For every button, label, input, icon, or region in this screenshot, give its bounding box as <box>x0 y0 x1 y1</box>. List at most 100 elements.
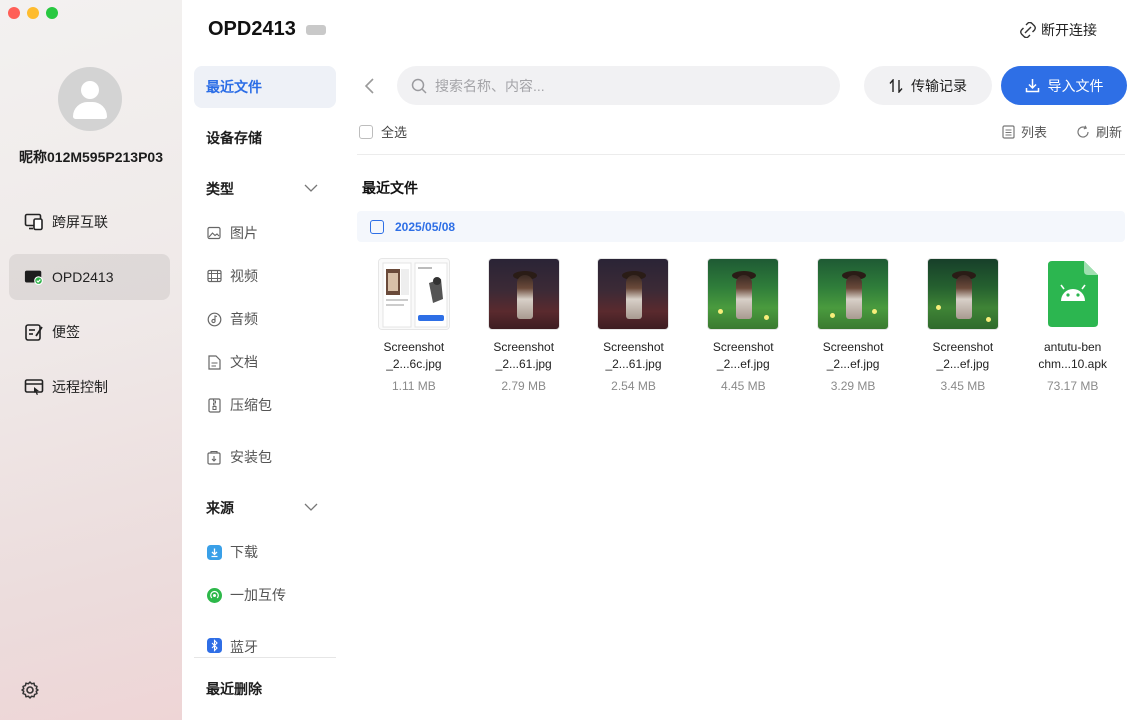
category-device-storage[interactable]: 设备存储 <box>194 117 336 159</box>
disconnect-button[interactable]: 断开连接 <box>1020 20 1097 40</box>
category-label: 下载 <box>230 544 258 560</box>
type-installers[interactable]: 安装包 <box>194 436 336 478</box>
search-icon <box>411 78 427 94</box>
sidebar-item-label: OPD2413 <box>52 269 114 285</box>
file-name: Screenshot _2...ef.jpg <box>932 340 994 371</box>
close-window-button[interactable] <box>8 7 20 19</box>
date-group-checkbox[interactable] <box>370 219 384 234</box>
file-grid: Screenshot _2...6c.jpg 1.11 MB Screenshot… <box>359 258 1128 393</box>
minimize-window-button[interactable] <box>27 7 39 19</box>
file-size: 4.45 MB <box>720 379 766 393</box>
category-label: 图片 <box>230 225 258 241</box>
source-bluetooth[interactable]: 蓝牙 <box>194 625 336 657</box>
import-file-button[interactable]: 导入文件 <box>1001 66 1127 105</box>
sidebar-item-opd2413[interactable]: OPD2413 <box>9 254 170 300</box>
device-title: OPD2413 <box>208 18 296 40</box>
file-size: 1.11 MB <box>391 379 436 393</box>
divider <box>194 657 336 658</box>
search-input[interactable] <box>435 77 815 94</box>
type-videos[interactable]: 视频 <box>194 255 336 297</box>
select-all-checkbox[interactable]: 全选 <box>359 122 407 141</box>
file-name: Screenshot _2...ef.jpg <box>822 340 884 371</box>
transfer-record-button[interactable]: 传输记录 <box>864 66 992 105</box>
sidebar-item-remote-control[interactable]: 远程控制 <box>9 364 170 410</box>
back-button[interactable] <box>362 76 378 96</box>
source-oneplus-share[interactable]: 一加互传 <box>194 574 336 616</box>
type-audio[interactable]: 音频 <box>194 298 336 340</box>
sidebar-item-label: 跨屏互联 <box>52 214 108 230</box>
left-sidebar: 昵称012M595P213P03 跨屏互联 OPD2413 便签 远程控制 <box>0 0 182 720</box>
file-item[interactable]: Screenshot _2...61.jpg 2.54 MB <box>579 258 689 393</box>
file-thumbnail <box>377 258 450 330</box>
file-name: antutu-ben chm...10.apk <box>1038 340 1108 371</box>
avatar[interactable] <box>58 67 122 131</box>
sidebar-item-label: 便签 <box>52 324 80 340</box>
category-label: 一加互传 <box>230 587 286 603</box>
file-item[interactable]: Screenshot _2...ef.jpg 3.45 MB <box>908 258 1018 393</box>
chevron-down-icon <box>304 184 318 192</box>
file-size: 3.29 MB <box>830 379 876 393</box>
date-group-label: 2025/05/08 <box>395 219 456 234</box>
list-view-button[interactable]: 列表 <box>1002 122 1047 141</box>
refresh-button[interactable]: 刷新 <box>1076 122 1122 141</box>
category-label: 压缩包 <box>230 397 272 413</box>
source-downloads[interactable]: 下载 <box>194 531 336 573</box>
cross-screen-icon <box>24 212 44 232</box>
file-item[interactable]: antutu-ben chm...10.apk 73.17 MB <box>1018 258 1128 393</box>
file-size: 2.54 MB <box>611 379 656 393</box>
category-label: 蓝牙 <box>230 639 258 655</box>
file-name: Screenshot _2...ef.jpg <box>712 340 774 371</box>
search-box[interactable] <box>397 66 840 105</box>
transfer-record-label: 传输记录 <box>911 77 967 94</box>
file-item[interactable]: Screenshot _2...61.jpg 2.79 MB <box>469 258 579 393</box>
category-recent-files[interactable]: 最近文件 <box>194 66 336 108</box>
video-icon <box>206 268 222 284</box>
type-archives[interactable]: 压缩包 <box>194 384 336 426</box>
sidebar-item-cross-screen[interactable]: 跨屏互联 <box>9 199 170 245</box>
document-icon <box>206 354 222 370</box>
list-icon <box>1002 124 1015 139</box>
installer-package-icon <box>206 449 222 465</box>
archive-icon <box>206 397 222 413</box>
sidebar-item-label: 远程控制 <box>52 379 108 395</box>
download-icon <box>206 544 222 560</box>
category-recently-deleted[interactable]: 最近删除 <box>206 679 262 699</box>
battery-icon <box>306 25 326 35</box>
file-item[interactable]: Screenshot _2...ef.jpg 4.45 MB <box>688 258 798 393</box>
date-group-header[interactable]: 2025/05/08 <box>357 211 1125 242</box>
file-name: Screenshot _2...6c.jpg <box>383 340 445 371</box>
settings-gear-icon[interactable] <box>20 680 40 700</box>
oneplus-share-icon <box>206 587 222 603</box>
file-thumbnail <box>707 258 780 330</box>
audio-icon <box>206 311 222 327</box>
zoom-window-button[interactable] <box>46 7 58 19</box>
checkbox[interactable] <box>359 124 373 139</box>
type-documents[interactable]: 文档 <box>194 341 336 383</box>
file-item[interactable]: Screenshot _2...ef.jpg 3.29 MB <box>798 258 908 393</box>
file-thumbnail <box>487 258 560 330</box>
tablet-device-icon <box>24 267 44 287</box>
divider <box>357 154 1125 155</box>
image-icon <box>206 225 222 241</box>
transfer-arrows-icon <box>889 78 903 93</box>
sidebar-item-notes[interactable]: 便签 <box>9 309 170 355</box>
file-item[interactable]: Screenshot _2...6c.jpg 1.11 MB <box>359 258 469 393</box>
chevron-down-icon <box>304 503 318 511</box>
list-view-label: 列表 <box>1021 125 1048 140</box>
category-label: 安装包 <box>230 449 272 465</box>
category-label: 最近文件 <box>206 79 262 95</box>
category-label: 文档 <box>230 354 258 370</box>
file-thumbnail <box>1036 258 1109 330</box>
file-name: Screenshot _2...61.jpg <box>603 340 664 371</box>
refresh-icon <box>1077 125 1089 138</box>
source-header[interactable]: 来源 <box>194 487 336 529</box>
type-header[interactable]: 类型 <box>194 168 336 210</box>
file-thumbnail <box>926 258 999 330</box>
file-size: 73.17 MB <box>1046 379 1099 393</box>
chevron-left-icon <box>364 78 374 94</box>
file-thumbnail <box>597 258 670 330</box>
type-images[interactable]: 图片 <box>194 212 336 254</box>
notes-icon <box>24 322 44 342</box>
file-size: 2.79 MB <box>501 379 547 393</box>
category-label: 来源 <box>206 500 234 516</box>
